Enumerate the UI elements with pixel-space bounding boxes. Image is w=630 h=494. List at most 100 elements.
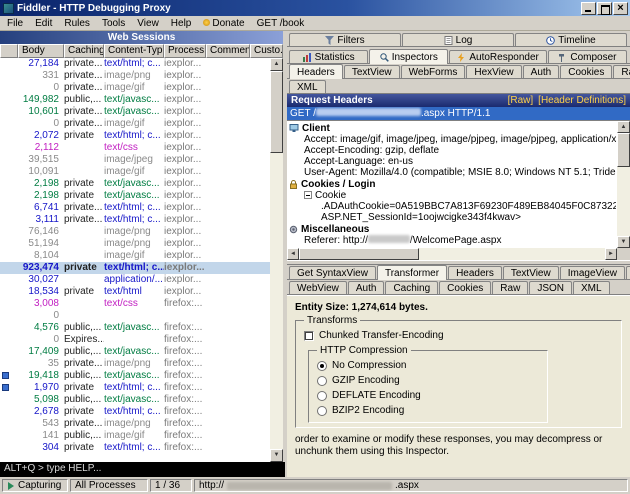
menu-item-get-book[interactable]: GET /book xyxy=(251,17,311,30)
menu-item[interactable]: Help xyxy=(165,17,198,30)
session-row[interactable]: 2,072 private text/html; c... iexplor... xyxy=(0,130,283,142)
scroll-right-icon[interactable]: ► xyxy=(605,248,617,260)
request-line[interactable]: GET /.aspx HTTP/1.1 xyxy=(287,107,630,120)
column-header-content-type[interactable]: Content-Type xyxy=(104,44,164,58)
request-inspector-tab[interactable]: Auth xyxy=(523,65,560,78)
session-row[interactable]: 35 private... image/png firefox:... xyxy=(0,358,283,370)
session-row[interactable]: 304 private text/html; c... firefox:... xyxy=(0,442,283,454)
session-row[interactable]: 10,091 image/gif iexplor... xyxy=(0,166,283,178)
session-row[interactable]: 2,678 private text/html; c... firefox:..… xyxy=(0,406,283,418)
session-row[interactable]: 2,112 text/css iexplor... xyxy=(0,142,283,154)
session-row[interactable]: 76,146 image/png iexplor... xyxy=(0,226,283,238)
header-line[interactable]: Accept: image/gif, image/jpeg, image/pjp… xyxy=(289,134,616,145)
quickexec-box[interactable]: ALT+Q > type HELP... xyxy=(0,462,285,477)
column-header-comments[interactable]: Comments xyxy=(206,44,250,58)
session-list-scrollbar[interactable]: ▲ ▼ xyxy=(270,58,283,462)
header-section-cookies-login[interactable]: Cookies / Login xyxy=(289,178,616,190)
tab-timeline[interactable]: Timeline xyxy=(515,33,627,46)
session-row[interactable]: 2,198 private text/javasc... iexplor... xyxy=(0,178,283,190)
response-inspector-tab[interactable]: Auth xyxy=(348,281,385,294)
menu-item[interactable]: View xyxy=(131,17,165,30)
tab-statistics[interactable]: Statistics xyxy=(289,50,368,63)
session-row[interactable]: 18,534 private text/html iexplor... xyxy=(0,286,283,298)
compression-radio-option[interactable]: DEFLATE Encoding xyxy=(317,388,539,403)
header-section-miscellaneous[interactable]: Miscellaneous xyxy=(289,223,616,235)
response-inspector-tab[interactable]: Raw xyxy=(492,281,528,294)
process-filter[interactable]: All Processes xyxy=(70,479,148,492)
response-inspector-tab[interactable]: HexView xyxy=(626,266,630,279)
scroll-up-icon[interactable]: ▲ xyxy=(270,58,283,71)
response-inspector-tab[interactable]: TextView xyxy=(503,266,559,279)
scroll-down-icon[interactable]: ▼ xyxy=(270,449,283,462)
session-row[interactable]: 39,515 image/jpeg iexplor... xyxy=(0,154,283,166)
session-row[interactable]: 2,198 private text/javasc... iexplor... xyxy=(0,190,283,202)
cookie-node[interactable]: Cookie xyxy=(289,190,616,201)
header-section-client[interactable]: Client xyxy=(289,122,616,134)
header-definitions-link[interactable]: [Header Definitions] xyxy=(538,95,626,106)
response-inspector-tab[interactable]: JSON xyxy=(529,281,572,294)
scroll-left-icon[interactable]: ◄ xyxy=(287,248,299,260)
chunked-transfer-encoding-checkbox[interactable]: Chunked Transfer-Encoding xyxy=(304,328,613,343)
request-inspector-tab[interactable]: TextView xyxy=(344,65,400,78)
column-header-custom[interactable]: Custo... xyxy=(250,44,283,58)
cookie-value[interactable]: .ADAuthCookie=0A519BBC7A813F69230F489EB8… xyxy=(289,201,616,212)
request-inspector-tab[interactable]: XML xyxy=(289,80,326,93)
column-header-blank[interactable] xyxy=(0,44,18,58)
tab-composer[interactable]: Composer xyxy=(548,50,627,63)
close-button[interactable] xyxy=(613,2,628,15)
header-line[interactable]: Accept-Encoding: gzip, deflate xyxy=(289,145,616,156)
collapse-minus-icon[interactable] xyxy=(304,191,312,199)
response-inspector-tab[interactable]: XML xyxy=(573,281,610,294)
session-row[interactable]: 331 private... image/png iexplor... xyxy=(0,70,283,82)
scroll-up-icon[interactable]: ▲ xyxy=(617,121,630,133)
session-row[interactable]: 3,008 text/css firefox:... xyxy=(0,298,283,310)
response-inspector-tab[interactable]: Headers xyxy=(448,266,502,279)
header-line[interactable]: User-Agent: Mozilla/4.0 (compatible; MSI… xyxy=(289,167,616,178)
request-inspector-tab[interactable]: HexView xyxy=(466,65,521,78)
session-row[interactable]: 1,970 private text/html; c... firefox:..… xyxy=(0,382,283,394)
session-row[interactable]: 8,104 image/gif iexplor... xyxy=(0,250,283,262)
session-row[interactable]: 0 Expires... firefox:... xyxy=(0,334,283,346)
scrollbar-thumb[interactable] xyxy=(299,248,419,260)
compression-radio-option[interactable]: GZIP Encoding xyxy=(317,373,539,388)
session-row[interactable]: 27,184 private... text/html; c... iexplo… xyxy=(0,58,283,70)
session-row[interactable]: 543 private... image/png firefox:... xyxy=(0,418,283,430)
response-inspector-tab[interactable]: Caching xyxy=(385,281,438,294)
compression-radio-option[interactable]: No Compression xyxy=(317,358,539,373)
session-row[interactable]: 3,111 private... text/html; c... iexplor… xyxy=(0,214,283,226)
header-line[interactable]: Accept-Language: en-us xyxy=(289,156,616,167)
session-row[interactable]: 6,741 private... text/html; c... iexplor… xyxy=(0,202,283,214)
response-inspector-tab[interactable]: Cookies xyxy=(439,281,491,294)
request-inspector-tab[interactable]: Headers xyxy=(289,64,343,79)
request-inspector-tab[interactable]: Cookies xyxy=(560,65,612,78)
column-header-caching[interactable]: Caching xyxy=(64,44,104,58)
headers-scrollbar[interactable]: ▲ ▼ xyxy=(617,121,630,248)
response-inspector-tab[interactable]: Transformer xyxy=(377,265,447,280)
response-inspector-tab[interactable]: Get SyntaxView xyxy=(289,266,376,279)
session-row[interactable]: 4,576 public,... text/javasc... firefox:… xyxy=(0,322,283,334)
column-header-process[interactable]: Process xyxy=(164,44,206,58)
session-row[interactable]: 141 public,... image/gif firefox:... xyxy=(0,430,283,442)
session-row[interactable]: 0 xyxy=(0,310,283,322)
scroll-down-icon[interactable]: ▼ xyxy=(617,236,630,248)
capturing-indicator[interactable]: Capturing xyxy=(2,479,68,492)
menu-item[interactable]: Tools xyxy=(96,17,131,30)
session-row[interactable]: 5,098 public,... text/javasc... firefox:… xyxy=(0,394,283,406)
tab-autoresponder[interactable]: AutoResponder xyxy=(449,50,547,63)
scrollbar-thumb[interactable] xyxy=(617,133,630,167)
menu-item-donate[interactable]: Donate xyxy=(197,17,250,30)
tab-inspectors[interactable]: Inspectors xyxy=(369,49,448,64)
referer-line[interactable]: Referer: http:///WelcomePage.aspx xyxy=(289,235,616,246)
session-row[interactable]: 10,601 private... text/javasc... iexplor… xyxy=(0,106,283,118)
column-header-body[interactable]: Body xyxy=(18,44,64,58)
maximize-button[interactable] xyxy=(597,2,612,15)
tab-filters[interactable]: Filters xyxy=(289,33,401,46)
menu-item[interactable]: Edit xyxy=(29,17,58,30)
scrollbar-thumb[interactable] xyxy=(270,71,283,153)
menu-item[interactable]: Rules xyxy=(58,17,96,30)
request-inspector-tab[interactable]: Raw xyxy=(613,65,630,78)
menu-item[interactable]: File xyxy=(1,17,29,30)
session-row[interactable]: 923,474 private text/html; c... iexplor.… xyxy=(0,262,283,274)
response-inspector-tab[interactable]: WebView xyxy=(289,281,347,294)
session-row[interactable]: 149,982 public,... text/javasc... iexplo… xyxy=(0,94,283,106)
